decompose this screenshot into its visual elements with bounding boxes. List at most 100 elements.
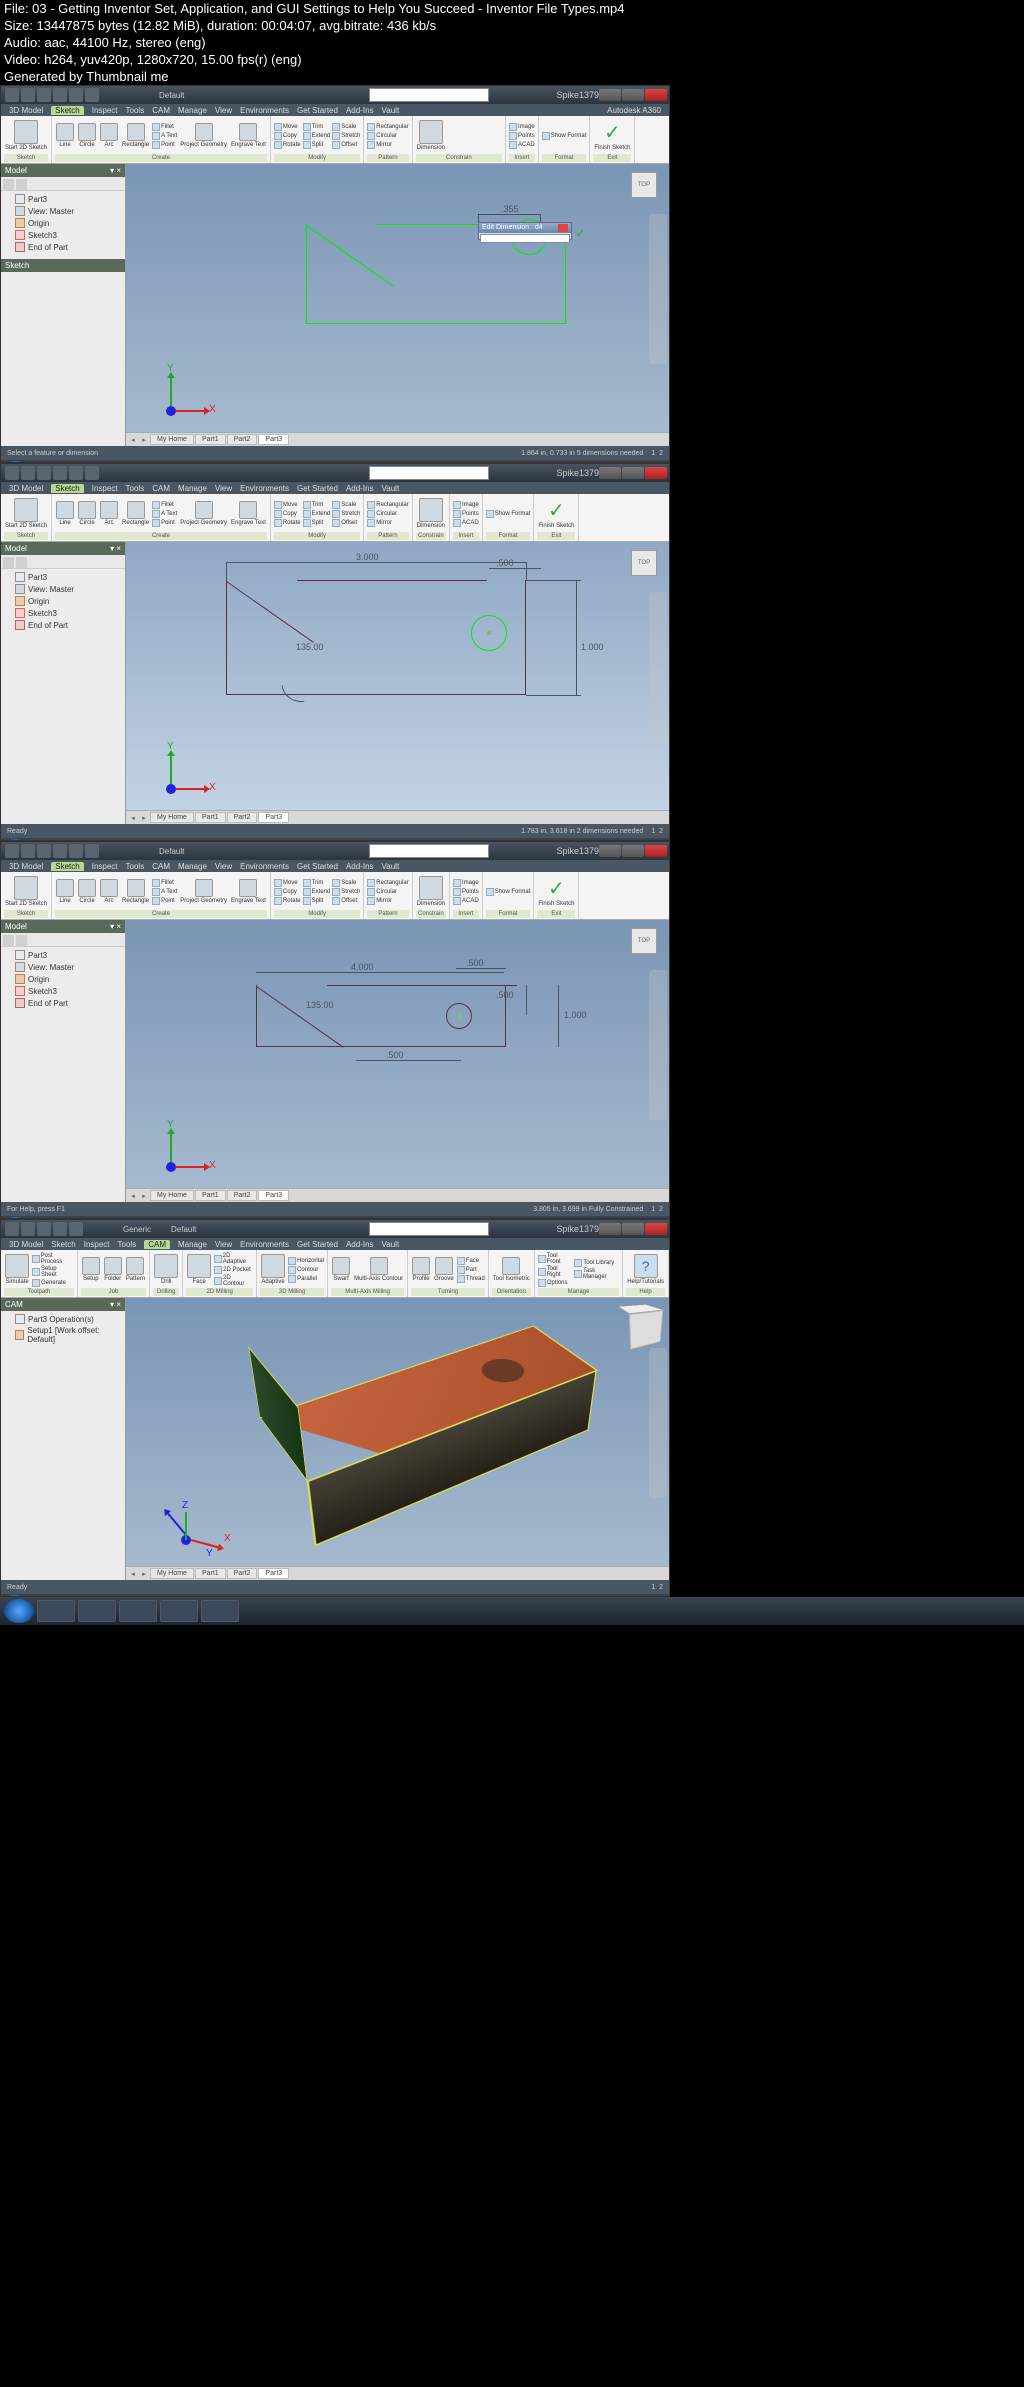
binoculars-icon[interactable] [16,935,27,946]
post-process-button[interactable]: Post Process [32,1253,74,1265]
doc-tab[interactable]: My Home [150,434,194,445]
tab-addins[interactable]: Add-Ins [346,106,374,115]
sketch-circle[interactable] [446,1003,472,1029]
tree-end[interactable]: End of Part [5,619,121,631]
move-button[interactable]: Move [274,123,301,131]
tool-library-button[interactable]: Tool Library [574,1259,619,1267]
qat-button[interactable] [53,88,67,102]
qat-button[interactable] [69,466,83,480]
circ-pattern-button[interactable]: Circular [367,510,408,518]
start-2d-sketch-button[interactable]: Start 2D Sketch [4,497,48,530]
tree-root[interactable]: Part3 Operation(s) [5,1313,121,1325]
drill-button[interactable]: Drill [153,1253,179,1286]
setup-button[interactable]: Setup [81,1256,101,1283]
tab-view[interactable]: View [215,484,232,493]
engrave-text-button[interactable]: Engrave Text [230,500,267,527]
scale-button[interactable]: Scale [332,123,360,131]
line-button[interactable]: Line [55,878,75,905]
copy-button[interactable]: Copy [274,132,301,140]
start-2d-sketch-button[interactable]: Start 2D Sketch [4,119,48,152]
tab-tools[interactable]: Tools [126,862,145,871]
acad-button[interactable]: ACAD [453,519,479,527]
fillet-button[interactable]: Fillet [152,879,177,887]
close-button[interactable] [645,467,667,479]
tab-manage[interactable]: Manage [178,862,207,871]
offset-button[interactable]: Offset [332,897,360,905]
tab-environments[interactable]: Environments [240,484,289,493]
qat-button[interactable] [69,88,83,102]
tab-tools[interactable]: Tools [126,106,145,115]
rotate-button[interactable]: Rotate [274,519,301,527]
tree-end[interactable]: End of Part [5,997,121,1009]
binoculars-icon[interactable] [16,557,27,568]
start-button[interactable] [4,1599,34,1623]
stretch-button[interactable]: Stretch [332,132,360,140]
minimize-button[interactable] [599,467,621,479]
doc-tab[interactable]: Part1 [195,434,226,445]
material-combo[interactable]: Generic [123,1225,151,1234]
start-button[interactable] [3,1595,27,1597]
circle-button[interactable]: Circle [77,878,97,905]
tab-inspect[interactable]: Inspect [92,484,118,493]
tree-view[interactable]: View: Master [5,205,121,217]
turn-face-button[interactable]: Face [457,1257,485,1265]
browser-collapse-icon[interactable]: ▾ × [110,922,121,931]
horizontal-button[interactable]: Horizontal [288,1257,324,1265]
tree-end[interactable]: End of Part [5,241,121,253]
tab-view[interactable]: View [215,862,232,871]
tree-sketch[interactable]: Sketch3 [5,985,121,997]
taskbar-button[interactable] [29,1596,59,1597]
tab-addins[interactable]: Add-Ins [346,862,374,871]
doc-tab[interactable]: Part1 [195,1190,226,1201]
finish-sketch-button[interactable]: ✓Finish Sketch [593,119,631,152]
accept-icon[interactable]: ✓ [576,227,585,240]
doc-tab[interactable]: Part1 [195,812,226,823]
tool-front-button[interactable]: Tool Front [538,1253,572,1265]
rectangle-button[interactable]: Rectangle [121,500,150,527]
split-button[interactable]: Split [303,141,331,149]
doc-tab[interactable]: Part2 [227,434,258,445]
close-button[interactable] [645,845,667,857]
extend-button[interactable]: Extend [303,888,331,896]
qat-button[interactable] [53,844,67,858]
circ-pattern-button[interactable]: Circular [367,888,408,896]
maximize-button[interactable] [622,89,644,101]
rect-pattern-button[interactable]: Rectangular [367,123,408,131]
close-button[interactable] [645,89,667,101]
dimension-label[interactable]: 3.000 [356,552,379,562]
arc-button[interactable]: Arc [99,122,119,149]
username-label[interactable]: Spike1379 [556,1224,599,1234]
point-button[interactable]: Point [152,141,177,149]
dimension-label[interactable]: 1.000 [581,642,604,652]
maximize-button[interactable] [622,467,644,479]
qat-button[interactable] [5,1222,19,1236]
tab-vault[interactable]: Vault [382,484,400,493]
tree-sketch[interactable]: Sketch3 [5,607,121,619]
adaptive-button[interactable]: Adaptive [260,1253,286,1286]
tree-view[interactable]: View: Master [5,961,121,973]
taskbar-button[interactable] [93,1596,123,1597]
edit-dimension-dialog[interactable]: Edit Dimension : d4 ✓ [478,222,572,240]
appearance-combo[interactable]: Default [171,1225,196,1234]
viewcube[interactable]: TOP [631,550,657,576]
tab-sketch[interactable]: Sketch [51,484,83,493]
swarf-button[interactable]: Swarf [331,1256,351,1283]
material-combo[interactable]: Default [159,91,184,100]
rotate-button[interactable]: Rotate [274,897,301,905]
engrave-text-button[interactable]: Engrave Text [230,878,267,905]
tab-addins[interactable]: Add-Ins [346,1240,374,1249]
doc-tab[interactable]: Part2 [227,812,258,823]
tab-getstarted[interactable]: Get Started [297,484,338,493]
qat-button[interactable] [37,88,51,102]
qat-button[interactable] [21,88,35,102]
tree-origin[interactable]: Origin [5,595,121,607]
tab-cam[interactable]: CAM [152,862,170,871]
close-icon[interactable] [558,224,568,232]
tab-nav-next[interactable]: ▸ [139,1570,149,1578]
qat-button[interactable] [37,844,51,858]
dimension-label[interactable]: .500 [496,990,514,1000]
filter-icon[interactable] [3,935,14,946]
project-geometry-button[interactable]: Project Geometry [179,500,228,527]
tab-cam[interactable]: CAM [144,1240,170,1249]
tab-nav-next[interactable]: ▸ [139,1192,149,1200]
